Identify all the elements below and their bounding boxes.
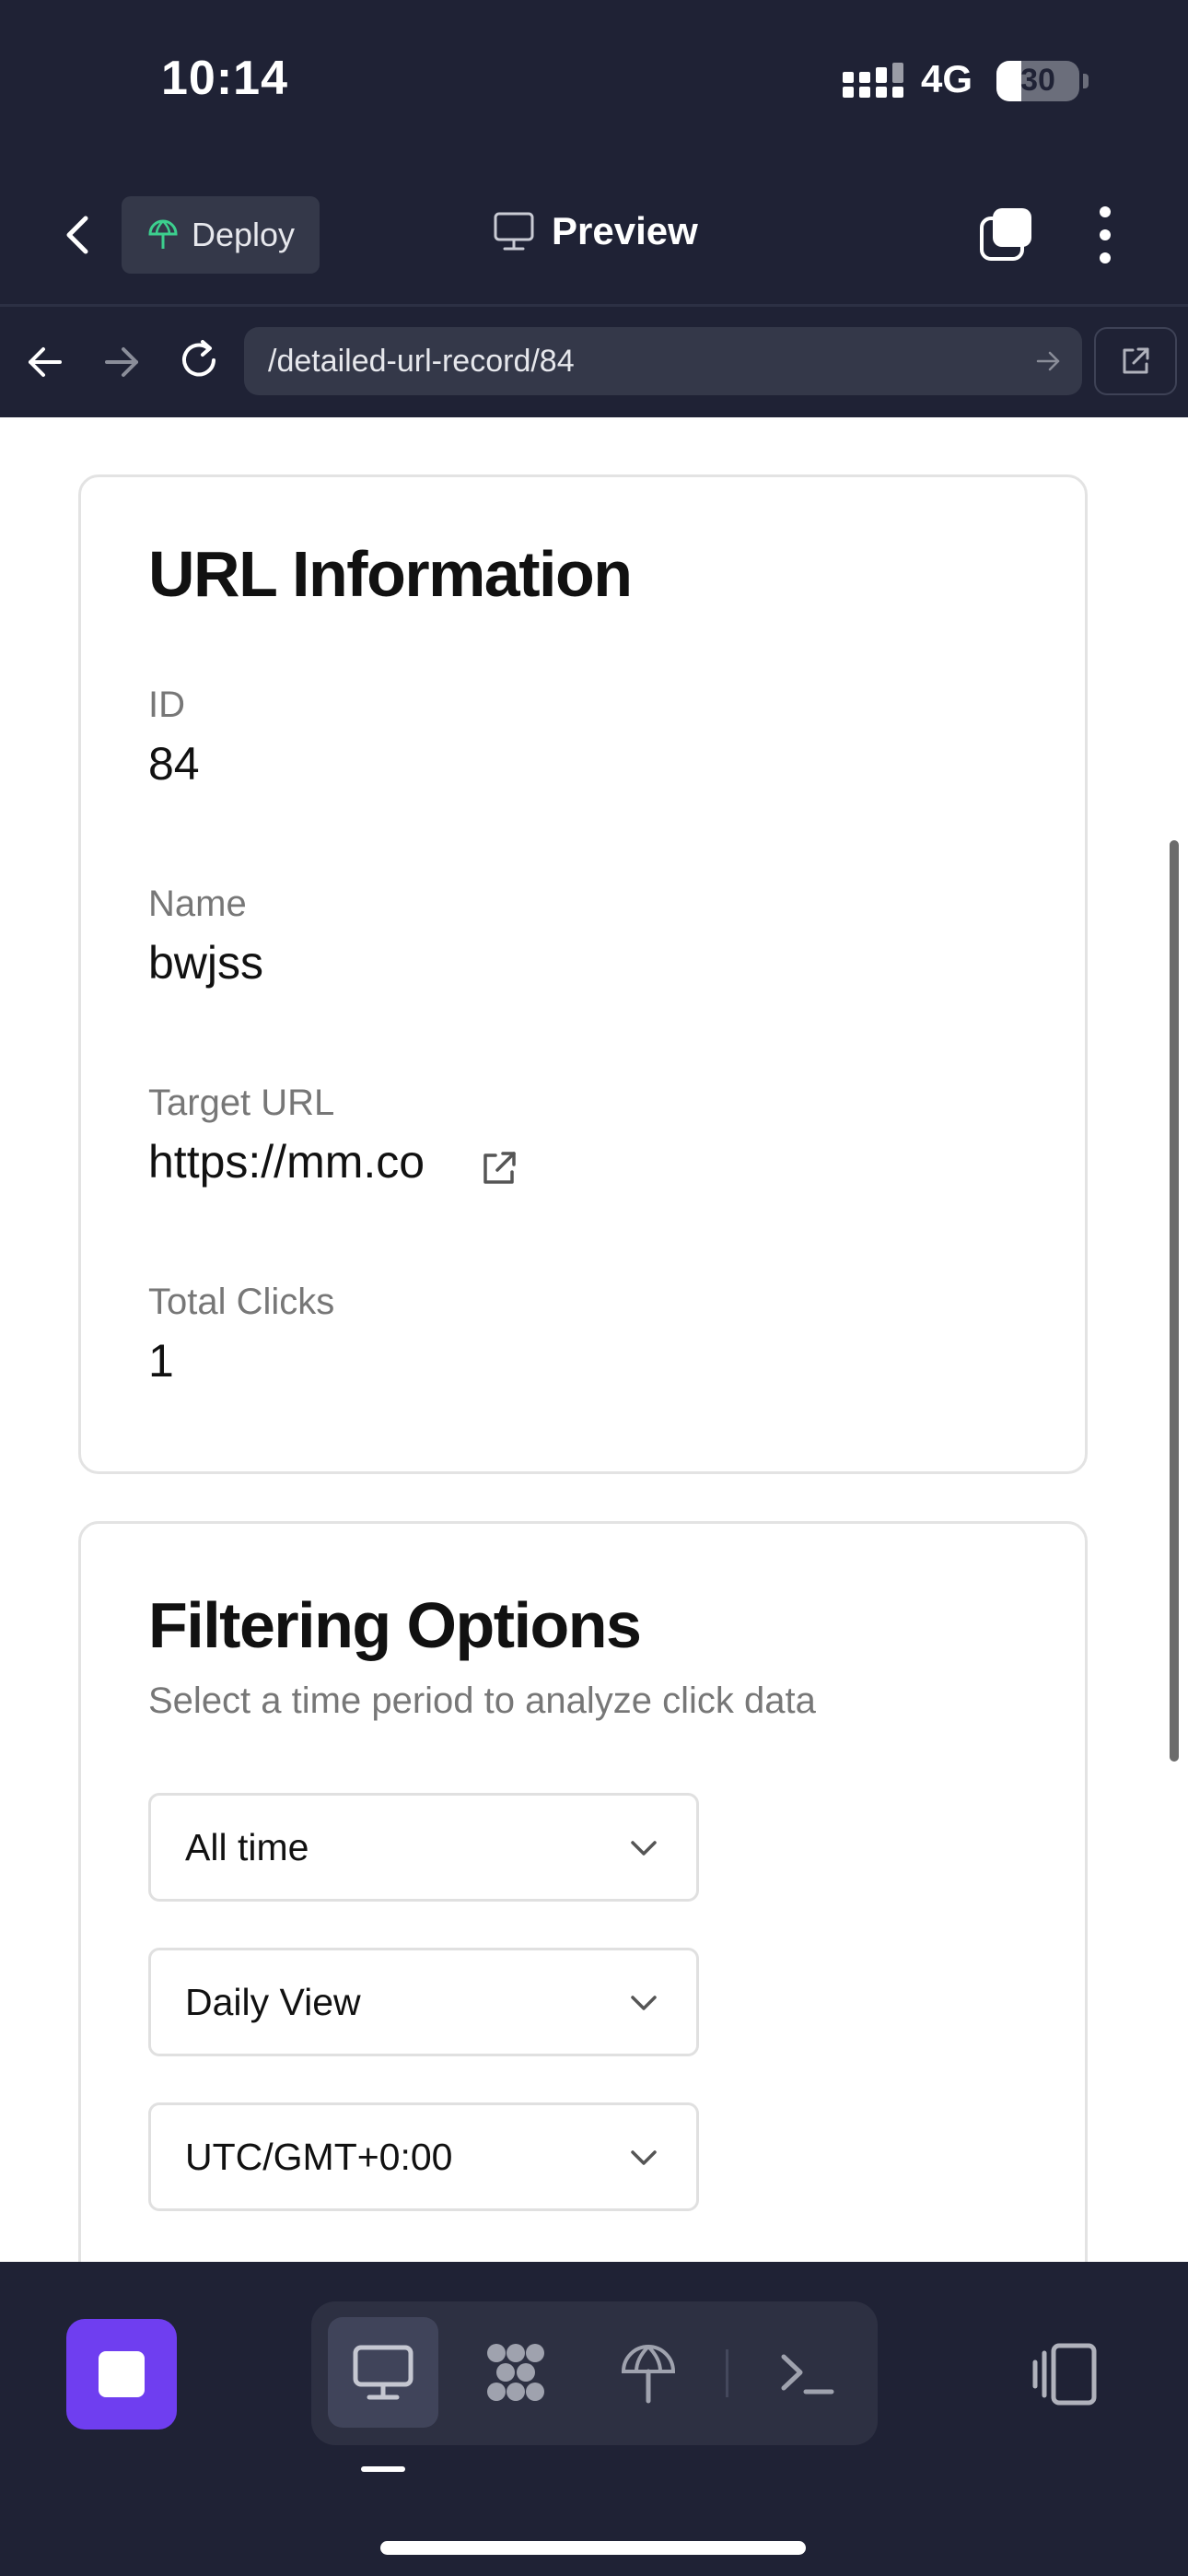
more-vertical-icon[interactable] (1091, 203, 1119, 267)
timezone-value: UTC/GMT+0:00 (185, 2135, 453, 2178)
external-link-icon (1123, 347, 1149, 374)
target-url-link[interactable]: https://mm.co (148, 1135, 425, 1188)
filtering-title: Filtering Options (148, 1589, 642, 1661)
signal-icon (843, 63, 903, 98)
network-type: 4G (921, 57, 973, 100)
url-field[interactable]: /detailed-url-record/84 (244, 327, 1082, 395)
puzzle-icon (487, 2344, 544, 2401)
chevron-down-icon (631, 1996, 657, 2010)
chevron-down-icon (631, 1841, 657, 1856)
page-content: URL Information ID 84 Name bwjss Target … (0, 417, 1188, 2262)
arrow-right-icon[interactable] (99, 340, 144, 384)
tool-divider (726, 2349, 728, 2397)
bottom-toolbar (0, 2262, 1188, 2576)
id-label: ID (148, 685, 185, 725)
name-value: bwjss (148, 937, 264, 989)
home-indicator (380, 2541, 806, 2555)
chevron-down-icon (631, 2150, 657, 2165)
battery-icon: 30 (996, 61, 1079, 101)
name-label: Name (148, 884, 247, 924)
status-bar: 10:14 4G 30 (0, 0, 1188, 161)
deploy-button[interactable]: Deploy (122, 196, 320, 274)
terminal-icon (781, 2354, 834, 2395)
filtering-subtitle: Select a time period to analyze click da… (148, 1680, 816, 1721)
open-external-button[interactable] (1094, 327, 1177, 395)
tool-preview-button[interactable] (328, 2317, 438, 2428)
preview-title: Preview (493, 209, 698, 253)
tool-switcher (311, 2301, 878, 2445)
total-clicks-label: Total Clicks (148, 1282, 335, 1322)
go-arrow-icon[interactable] (1034, 347, 1062, 375)
tool-integrations-button[interactable] (460, 2317, 571, 2428)
url-info-card: URL Information ID 84 Name bwjss Target … (78, 474, 1088, 1474)
browser-toolbar: /detailed-url-record/84 (0, 304, 1188, 417)
id-value: 84 (148, 738, 200, 790)
monitor-icon (353, 2345, 413, 2400)
monitor-icon (494, 212, 534, 251)
preview-label: Preview (552, 209, 698, 252)
deploy-label: Deploy (192, 216, 296, 253)
active-tab-indicator (361, 2466, 405, 2472)
view-mode-select[interactable]: Daily View (148, 1948, 699, 2056)
target-url-label: Target URL (148, 1083, 335, 1123)
chevron-left-icon[interactable] (51, 207, 106, 263)
external-link-icon[interactable] (479, 1148, 519, 1188)
url-info-title: URL Information (148, 538, 633, 610)
status-time: 10:14 (161, 52, 288, 105)
time-period-value: All time (185, 1825, 309, 1868)
globe-antenna-icon (621, 2345, 676, 2404)
time-period-select[interactable]: All time (148, 1793, 699, 1902)
tabs-icon[interactable] (978, 205, 1035, 263)
arrow-left-icon[interactable] (23, 340, 67, 384)
url-text: /detailed-url-record/84 (268, 343, 575, 379)
battery-cap (1083, 74, 1089, 88)
view-mode-value: Daily View (185, 1980, 361, 2023)
tool-deploy-button[interactable] (593, 2317, 704, 2428)
app-header: Deploy Preview (0, 161, 1188, 304)
filtering-card: Filtering Options Select a time period t… (78, 1521, 1088, 2262)
timezone-select[interactable]: UTC/GMT+0:00 (148, 2102, 699, 2211)
page-scrollbar[interactable] (1170, 840, 1179, 1762)
tool-console-button[interactable] (751, 2317, 862, 2428)
stop-button[interactable] (66, 2319, 177, 2430)
total-clicks-value: 1 (148, 1335, 174, 1387)
globe-antenna-icon (148, 219, 178, 249)
battery-level: 30 (1020, 63, 1055, 98)
stop-icon (99, 2351, 145, 2397)
reload-icon[interactable] (175, 336, 223, 384)
split-layout-icon[interactable] (1030, 2340, 1100, 2410)
